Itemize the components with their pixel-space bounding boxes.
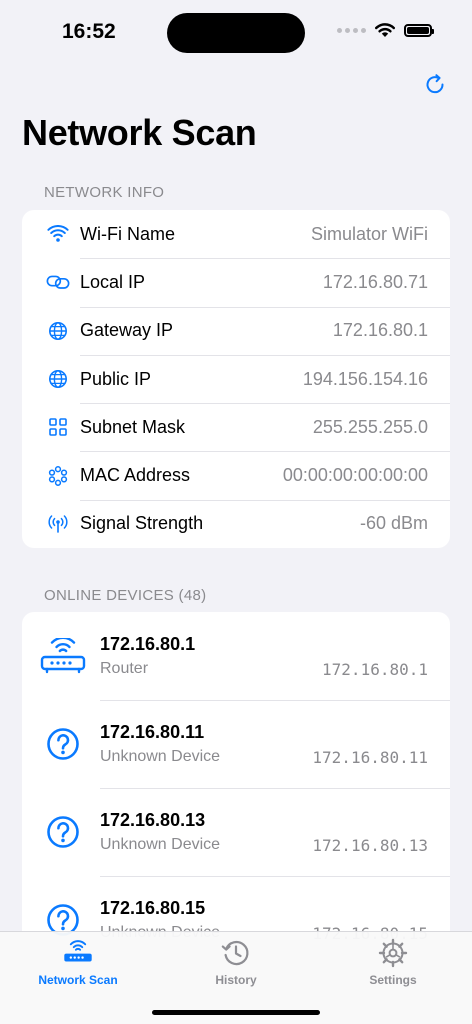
- info-row-local-ip: Local IP 172.16.80.71: [22, 258, 450, 306]
- globe-icon: [46, 319, 70, 343]
- info-row-wifi-name: Wi-Fi Name Simulator WiFi: [22, 210, 450, 258]
- wifi-icon: [46, 222, 70, 246]
- info-value: 00:00:00:00:00:00: [282, 465, 428, 486]
- gear-icon: [376, 938, 410, 968]
- dynamic-island: [167, 13, 305, 53]
- tab-network-scan[interactable]: Network Scan: [18, 938, 138, 992]
- device-row[interactable]: 172.16.80.1 Router 172.16.80.1: [22, 612, 450, 700]
- info-value: 255.255.255.0: [312, 416, 428, 437]
- tab-settings[interactable]: Settings: [333, 938, 453, 992]
- router-icon: [61, 938, 95, 968]
- info-value: -60 dBm: [359, 513, 428, 534]
- device-ip-address: 172.16.80.13: [312, 836, 428, 855]
- info-label: Gateway IP: [80, 320, 174, 341]
- devices-card: 172.16.80.1 Router 172.16.80.1 172.16.80…: [22, 612, 450, 952]
- info-row-public-ip: Public IP 194.156.154.16: [22, 354, 450, 403]
- clock-history-icon: [219, 938, 253, 968]
- info-row-subnet-mask: Subnet Mask 255.255.255.0: [22, 403, 450, 451]
- link-icon: [46, 270, 70, 294]
- status-time: 16:52: [62, 20, 116, 43]
- tab-history[interactable]: History: [176, 938, 296, 992]
- info-label: Wi-Fi Name: [80, 223, 175, 244]
- device-ip-address: 172.16.80.11: [312, 748, 428, 767]
- page-title: Network Scan: [22, 112, 257, 153]
- circles-icon: [46, 464, 70, 488]
- device-name: 172.16.80.1: [100, 634, 196, 654]
- device-type: Router: [100, 660, 149, 677]
- antenna-icon: [46, 512, 70, 536]
- question-icon: [40, 724, 86, 764]
- battery-icon: [404, 23, 434, 37]
- info-value: 172.16.80.71: [322, 271, 428, 292]
- cellular-dots-icon: [337, 27, 366, 33]
- info-value: 172.16.80.1: [332, 320, 428, 341]
- device-name: 172.16.80.15: [100, 898, 206, 918]
- info-row-gateway-ip: Gateway IP 172.16.80.1: [22, 306, 450, 355]
- tab-label: Network Scan: [38, 973, 118, 987]
- device-name: 172.16.80.13: [100, 810, 206, 830]
- home-indicator: [152, 1010, 320, 1015]
- info-value: 194.156.154.16: [302, 368, 428, 389]
- tab-bar: Network Scan History Settings: [0, 931, 472, 1024]
- device-type: Unknown Device: [100, 748, 221, 765]
- tab-label: History: [215, 973, 257, 987]
- info-label: Signal Strength: [80, 513, 204, 534]
- network-info-header: NETWORK INFO: [44, 184, 165, 201]
- question-icon: [40, 812, 86, 852]
- device-type: Unknown Device: [100, 836, 221, 853]
- tab-label: Settings: [369, 973, 417, 987]
- refresh-icon: [426, 74, 444, 94]
- status-bar: 16:52: [0, 0, 472, 66]
- device-name: 172.16.80.11: [100, 722, 205, 742]
- status-icons: [337, 22, 434, 38]
- info-row-signal-strength: Signal Strength -60 dBm: [22, 499, 450, 548]
- online-devices-header: ONLINE DEVICES (48): [44, 587, 207, 604]
- grid-icon: [46, 415, 70, 439]
- info-label: MAC Address: [80, 465, 191, 486]
- network-info-card: Wi-Fi Name Simulator WiFi Local IP 172.1…: [22, 210, 450, 548]
- device-row[interactable]: 172.16.80.11 Unknown Device 172.16.80.11: [22, 700, 450, 788]
- wifi-status-icon: [375, 23, 395, 37]
- info-value: Simulator WiFi: [310, 223, 428, 244]
- device-ip-address: 172.16.80.1: [322, 660, 428, 679]
- router-icon: [40, 636, 86, 676]
- info-label: Local IP: [80, 271, 146, 292]
- globe-icon: [46, 367, 70, 391]
- info-label: Public IP: [80, 368, 152, 389]
- refresh-button[interactable]: [420, 70, 450, 100]
- info-label: Subnet Mask: [80, 416, 186, 437]
- device-row[interactable]: 172.16.80.13 Unknown Device 172.16.80.13: [22, 788, 450, 876]
- info-row-mac-address: MAC Address 00:00:00:00:00:00: [22, 451, 450, 499]
